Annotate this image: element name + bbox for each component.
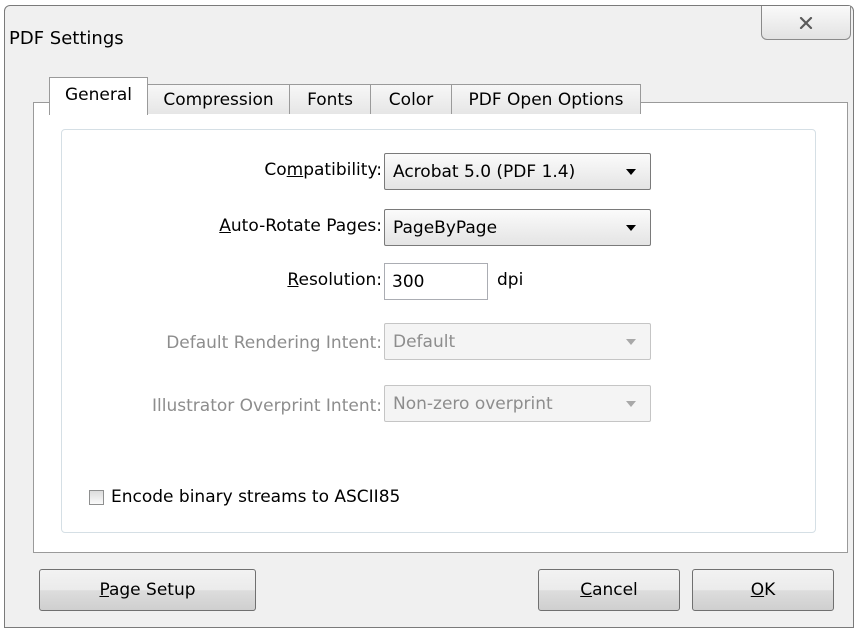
encode-ascii85-checkbox[interactable]: [89, 490, 104, 505]
tab-color-label: Color: [388, 89, 434, 110]
ok-button[interactable]: OK: [692, 569, 834, 611]
tab-compression-label: Compression: [163, 89, 274, 110]
page-setup-label-post: age Setup: [108, 580, 196, 600]
auto-rotate-value: PageByPage: [393, 217, 498, 238]
tab-fonts[interactable]: Fonts: [289, 84, 371, 114]
resolution-value: 300: [392, 271, 425, 292]
auto-rotate-label: Auto-Rotate Pages:: [219, 216, 382, 236]
resolution-input[interactable]: 300: [384, 263, 488, 300]
resolution-label-mnemonic: R: [287, 270, 299, 290]
tab-pdf-open-options[interactable]: PDF Open Options: [451, 84, 641, 114]
resolution-unit: dpi: [497, 270, 524, 290]
rendering-intent-value: Default: [393, 331, 456, 352]
compatibility-label-post: patibility:: [303, 160, 382, 180]
page-setup-label: Page Setup: [99, 580, 195, 600]
cancel-label-post: ancel: [592, 580, 638, 600]
resolution-label-post: esolution:: [298, 270, 382, 290]
tab-pdf-open-options-label: PDF Open Options: [468, 89, 624, 110]
chevron-down-icon: [626, 225, 636, 231]
rendering-intent-label: Default Rendering Intent:: [166, 333, 382, 353]
overprint-intent-label: Illustrator Overprint Intent:: [152, 396, 382, 416]
chevron-down-icon: [626, 169, 636, 175]
ok-label: OK: [751, 580, 776, 600]
cancel-mnemonic: C: [580, 580, 593, 600]
page-setup-mnemonic: P: [99, 580, 109, 600]
close-icon: [799, 16, 813, 29]
tab-compression[interactable]: Compression: [147, 84, 290, 114]
auto-rotate-label-post: uto-Rotate Pages:: [230, 216, 382, 236]
overprint-intent-select: Non-zero overprint: [384, 385, 651, 422]
compatibility-value: Acrobat 5.0 (PDF 1.4): [393, 161, 576, 182]
auto-rotate-select[interactable]: PageByPage: [384, 209, 651, 246]
window-title: PDF Settings: [9, 28, 124, 49]
encode-ascii85-label[interactable]: Encode binary streams to ASCII85: [111, 487, 400, 507]
compatibility-label-mnemonic: m: [286, 160, 304, 180]
tab-color[interactable]: Color: [370, 84, 452, 114]
compatibility-label: Compatibility:: [264, 160, 382, 180]
tab-general-label: General: [65, 84, 132, 105]
auto-rotate-label-mnemonic: A: [219, 216, 231, 236]
compatibility-label-pre: Co: [264, 160, 287, 180]
chevron-down-icon: [626, 339, 636, 345]
ok-label-post: K: [764, 580, 776, 600]
overprint-intent-value: Non-zero overprint: [393, 393, 553, 414]
chevron-down-icon: [626, 401, 636, 407]
tab-fonts-label: Fonts: [307, 89, 353, 110]
page-setup-button[interactable]: Page Setup: [39, 569, 256, 611]
resolution-label: Resolution:: [287, 270, 382, 290]
tab-general[interactable]: General: [49, 77, 148, 115]
ok-mnemonic: O: [750, 580, 765, 600]
close-button[interactable]: [761, 6, 851, 40]
compatibility-select[interactable]: Acrobat 5.0 (PDF 1.4): [384, 153, 651, 190]
tab-bar: General Compression Fonts Color PDF Open…: [49, 76, 641, 115]
cancel-button[interactable]: Cancel: [538, 569, 680, 611]
rendering-intent-select: Default: [384, 323, 651, 360]
cancel-label: Cancel: [580, 580, 638, 600]
